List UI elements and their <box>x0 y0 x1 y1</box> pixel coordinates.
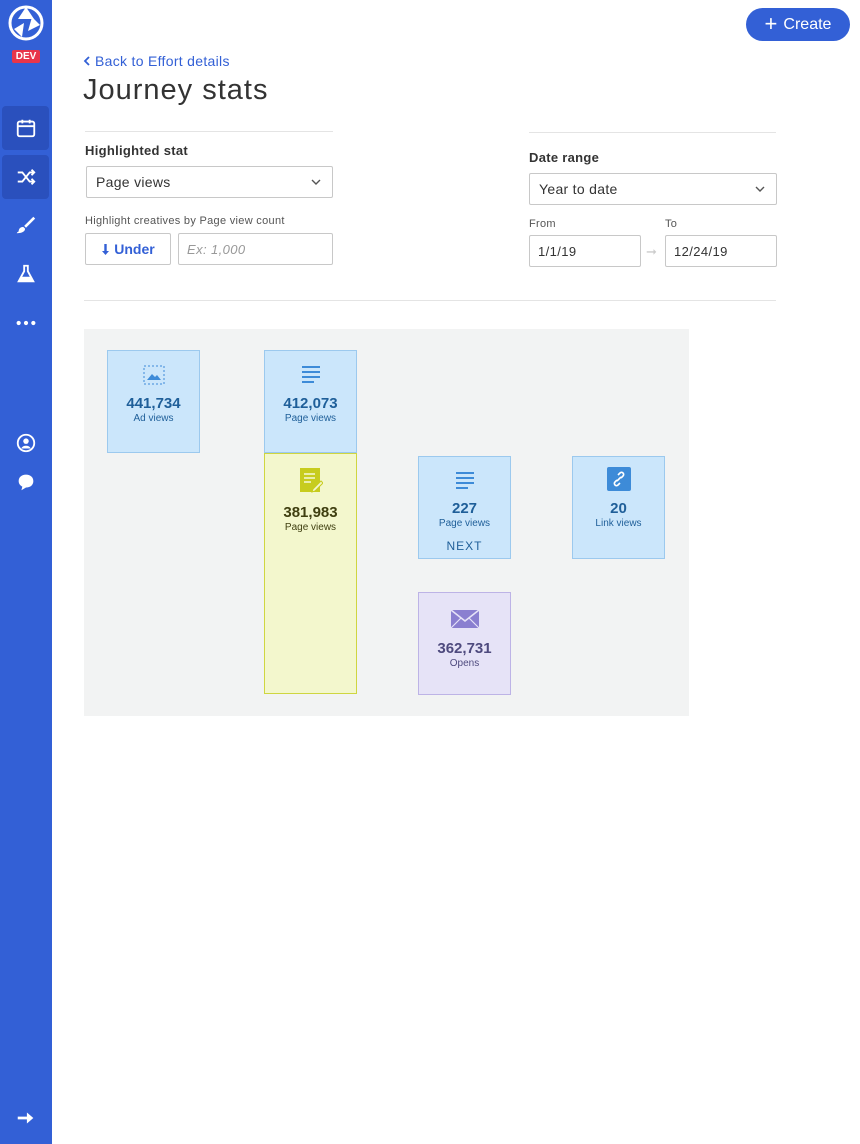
back-link-label: Back to Effort details <box>95 53 230 69</box>
node-value: 412,073 <box>283 395 338 412</box>
divider <box>529 132 776 133</box>
sidebar-item-profile[interactable] <box>2 421 49 465</box>
node-value: 441,734 <box>126 395 181 412</box>
brush-icon <box>16 216 35 234</box>
sidebar-item-chat[interactable] <box>2 460 49 504</box>
node-metric: Page views <box>284 522 337 533</box>
to-label: To <box>665 218 678 230</box>
node-metric: Link views <box>595 518 642 529</box>
highlighted-stat-value: Page views <box>96 174 171 190</box>
highlight-hint: Highlight creatives by Page view count <box>85 215 285 227</box>
create-button-label: Create <box>783 15 832 33</box>
journey-node-ad[interactable]: 441,734 Ad views <box>107 350 200 453</box>
under-button-label: Under <box>114 241 155 257</box>
journey-canvas: 441,734 Ad views 412,073 Page views 381,… <box>84 329 689 716</box>
node-value: 362,731 <box>437 640 492 657</box>
divider <box>85 131 333 132</box>
calendar-icon <box>16 119 35 138</box>
chat-icon <box>18 474 33 491</box>
sidebar-item-lab[interactable] <box>2 252 49 296</box>
logo-icon[interactable] <box>8 5 44 41</box>
journey-node-link[interactable]: 20 Link views <box>572 456 665 559</box>
chevron-down-icon <box>755 186 765 192</box>
sidebar-item-more[interactable] <box>2 301 49 345</box>
link-icon <box>606 467 631 491</box>
page-title: Journey stats <box>83 74 269 106</box>
to-date-input[interactable]: 12/24/19 <box>665 235 777 267</box>
flask-icon <box>16 264 35 283</box>
node-value: 381,983 <box>283 504 338 521</box>
dev-badge: DEV <box>12 50 40 63</box>
node-metric: Ad views <box>133 413 174 424</box>
journey-node-email[interactable]: 362,731 Opens <box>418 592 511 695</box>
more-icon <box>16 320 35 326</box>
create-button[interactable]: + Create <box>746 8 850 41</box>
document-lines-icon <box>455 472 474 489</box>
threshold-input[interactable]: Ex: 1,000 <box>178 233 333 265</box>
node-value: 227 <box>451 500 478 517</box>
sidebar-item-journey[interactable] <box>2 155 49 199</box>
node-metric: Page views <box>284 413 337 424</box>
journey-node-page[interactable]: 412,073 Page views <box>264 350 357 453</box>
date-range-value: Year to date <box>539 181 618 197</box>
under-button[interactable]: Under <box>85 233 171 265</box>
arrow-down-icon <box>102 243 110 255</box>
sidebar-item-creative[interactable] <box>2 203 49 247</box>
date-range-label: Date range <box>529 150 600 165</box>
from-date-input[interactable]: 1/1/19 <box>529 235 641 267</box>
journey-node-page-next[interactable]: 227 Page views NEXT <box>418 456 511 559</box>
next-link[interactable]: NEXT <box>419 539 510 553</box>
plus-icon: + <box>764 10 778 36</box>
back-link[interactable]: Back to Effort details <box>83 53 230 69</box>
document-lines-icon <box>301 366 320 383</box>
shuffle-icon <box>17 169 36 185</box>
node-metric: Opens <box>449 658 480 669</box>
sidebar-item-expand[interactable] <box>2 1096 49 1140</box>
sidebar-item-calendar[interactable] <box>2 106 49 150</box>
arrow-right-icon <box>17 1112 33 1124</box>
node-value: 20 <box>610 500 627 517</box>
journey-node-form[interactable]: 381,983 Page views <box>264 453 357 694</box>
user-circle-icon <box>16 433 35 453</box>
sidebar: DEV <box>0 0 52 1144</box>
form-edit-icon <box>299 468 323 493</box>
chevron-left-icon <box>83 56 90 66</box>
image-icon <box>143 365 164 385</box>
date-range-select[interactable]: Year to date <box>529 173 777 205</box>
highlighted-stat-select[interactable]: Page views <box>86 166 333 198</box>
envelope-icon <box>450 609 479 629</box>
divider <box>84 300 776 301</box>
from-label: From <box>529 218 556 230</box>
range-arrow-icon: ➞ <box>646 244 657 259</box>
highlighted-stat-label: Highlighted stat <box>85 143 189 158</box>
chevron-down-icon <box>311 179 321 185</box>
node-metric: Page views <box>438 518 491 529</box>
